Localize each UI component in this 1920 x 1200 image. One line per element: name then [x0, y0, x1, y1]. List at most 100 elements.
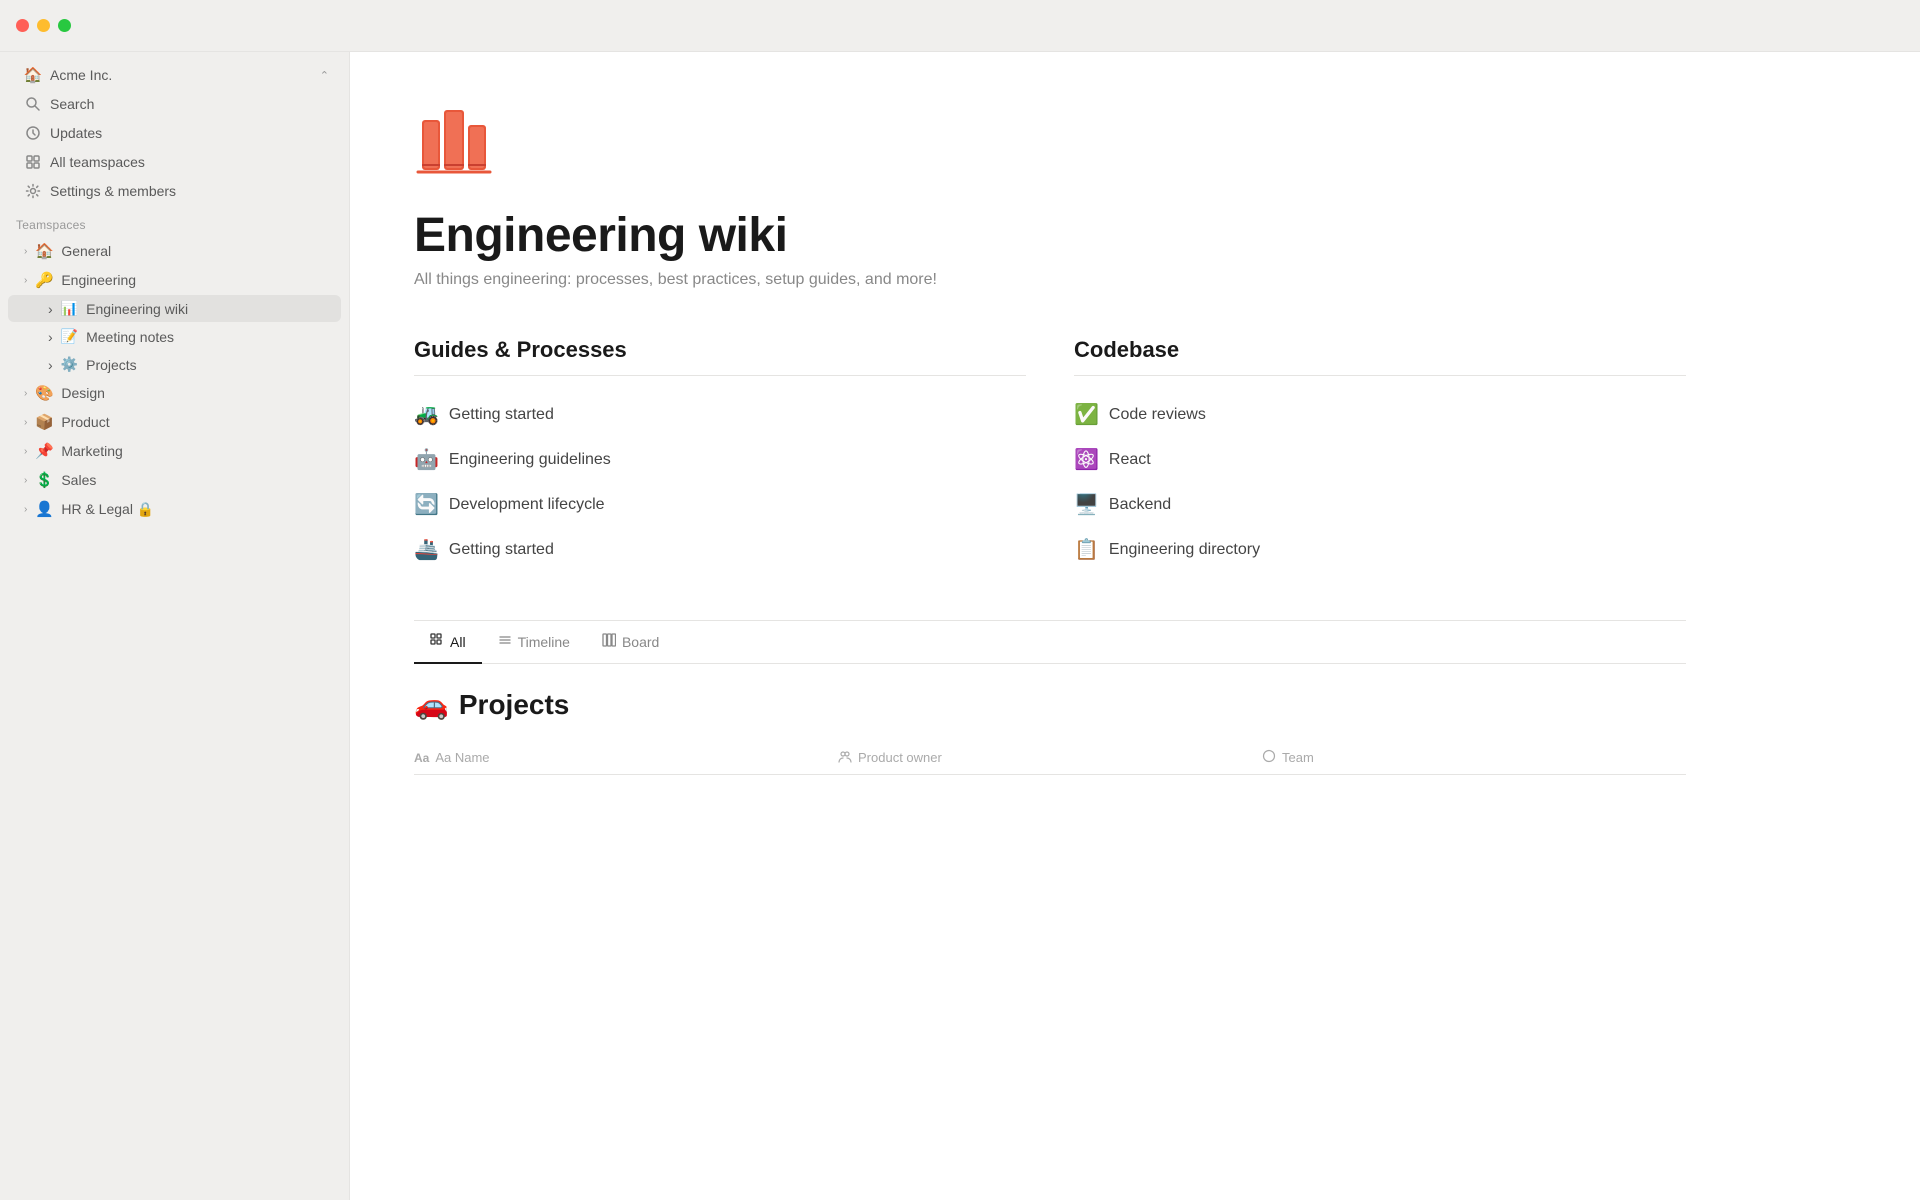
tab-timeline[interactable]: Timeline	[482, 621, 586, 664]
traffic-light-close[interactable]	[16, 19, 29, 32]
projects-section-header: 🚗 Projects	[414, 688, 1686, 721]
engineering-guidelines-label: Engineering guidelines	[449, 451, 611, 469]
workspace-selector[interactable]: 🏠 Acme Inc. ⌃	[8, 61, 341, 89]
page-icon	[414, 100, 1686, 192]
link-backend[interactable]: 🖥️ Backend	[1074, 482, 1686, 527]
sidebar-item-engineering-wiki[interactable]: › 📊 Engineering wiki	[8, 295, 341, 322]
guides-processes-title: Guides & Processes	[414, 337, 1026, 376]
traffic-light-fullscreen[interactable]	[58, 19, 71, 32]
product-label: Product	[61, 414, 329, 430]
name-column-icon: Aa	[414, 751, 429, 765]
tab-board-icon	[602, 633, 616, 650]
chevron-icon: ⌃	[320, 69, 329, 82]
code-reviews-label: Code reviews	[1109, 406, 1206, 424]
chevron-right-product: ›	[24, 417, 27, 428]
codebase-title: Codebase	[1074, 337, 1686, 376]
search-label: Search	[50, 96, 329, 112]
sidebar-item-settings[interactable]: Settings & members	[8, 177, 341, 205]
product-owner-icon	[838, 749, 852, 766]
teamspaces-section-label: Teamspaces	[0, 206, 349, 236]
sidebar-item-general[interactable]: › 🏠 General	[8, 237, 341, 265]
link-getting-started-1[interactable]: 🚜 Getting started	[414, 392, 1026, 437]
engineering-directory-label: Engineering directory	[1109, 541, 1260, 559]
sidebar-item-engineering[interactable]: › 🔑 Engineering	[8, 266, 341, 294]
link-react[interactable]: ⚛️ React	[1074, 437, 1686, 482]
tab-all-icon	[430, 633, 444, 650]
sidebar-item-updates[interactable]: Updates	[8, 119, 341, 147]
name-column-label: Aa Name	[435, 750, 489, 765]
design-icon: 🎨	[35, 384, 53, 402]
chevron-right-icon: ›	[24, 246, 27, 257]
hr-icon: 👤	[35, 500, 53, 518]
clock-icon	[24, 124, 42, 142]
sidebar-item-design[interactable]: › 🎨 Design	[8, 379, 341, 407]
general-icon: 🏠	[35, 242, 53, 260]
codebase-section: Codebase ✅ Code reviews ⚛️ React 🖥️ Back…	[1074, 337, 1686, 572]
link-code-reviews[interactable]: ✅ Code reviews	[1074, 392, 1686, 437]
hr-legal-label: HR & Legal 🔒	[61, 501, 329, 518]
table-header-name: Aa Aa Name	[414, 749, 838, 766]
workspace-name: Acme Inc.	[50, 67, 312, 83]
tab-board[interactable]: Board	[586, 621, 675, 664]
chevron-right-meeting: ›	[48, 329, 53, 345]
product-icon: 📦	[35, 413, 53, 431]
page-subtitle: All things engineering: processes, best …	[414, 271, 1686, 289]
chevron-right-icon-wiki: ›	[48, 301, 53, 317]
sidebar: 🏠 Acme Inc. ⌃ Search Updates	[0, 0, 350, 1200]
table-header-team: Team	[1262, 749, 1686, 766]
engineering-label: Engineering	[61, 272, 329, 288]
code-reviews-icon: ✅	[1074, 402, 1099, 427]
engineering-wiki-icon: 📊	[61, 300, 78, 317]
sidebar-item-meeting-notes[interactable]: › 📝 Meeting notes	[8, 323, 341, 350]
home-icon: 🏠	[24, 66, 42, 84]
react-label: React	[1109, 451, 1151, 469]
link-getting-started-2[interactable]: 🚢 Getting started	[414, 527, 1026, 572]
traffic-lights	[16, 19, 71, 32]
link-development-lifecycle[interactable]: 🔄 Development lifecycle	[414, 482, 1026, 527]
chevron-right-sales: ›	[24, 475, 27, 486]
chevron-right-hr: ›	[24, 504, 27, 515]
development-lifecycle-label: Development lifecycle	[449, 496, 605, 514]
page-content: Engineering wiki All things engineering:…	[350, 52, 1750, 1200]
link-engineering-guidelines[interactable]: 🤖 Engineering guidelines	[414, 437, 1026, 482]
sections-grid: Guides & Processes 🚜 Getting started 🤖 E…	[414, 337, 1686, 572]
design-label: Design	[61, 385, 329, 401]
projects-label: Projects	[86, 357, 137, 373]
sidebar-item-all-teamspaces[interactable]: All teamspaces	[8, 148, 341, 176]
tabs-bar: All Timeline	[414, 621, 1686, 664]
table-header-product-owner: Product owner	[838, 749, 1262, 766]
projects-section-title: Projects	[459, 689, 570, 721]
marketing-label: Marketing	[61, 443, 329, 459]
backend-icon: 🖥️	[1074, 492, 1099, 517]
guides-processes-section: Guides & Processes 🚜 Getting started 🤖 E…	[414, 337, 1026, 572]
getting-started-1-label: Getting started	[449, 406, 554, 424]
sidebar-item-product[interactable]: › 📦 Product	[8, 408, 341, 436]
settings-label: Settings & members	[50, 183, 329, 199]
sidebar-item-hr-legal[interactable]: › 👤 HR & Legal 🔒	[8, 495, 341, 523]
sidebar-content: 🏠 Acme Inc. ⌃ Search Updates	[0, 52, 349, 1200]
sidebar-item-marketing[interactable]: › 📌 Marketing	[8, 437, 341, 465]
general-label: General	[61, 243, 329, 259]
traffic-light-minimize[interactable]	[37, 19, 50, 32]
meeting-notes-icon: 📝	[61, 328, 78, 345]
sidebar-item-sales[interactable]: › 💲 Sales	[8, 466, 341, 494]
sidebar-item-projects[interactable]: › ⚙️ Projects	[8, 351, 341, 378]
development-lifecycle-icon: 🔄	[414, 492, 439, 517]
tab-timeline-label: Timeline	[518, 634, 570, 650]
getting-started-2-icon: 🚢	[414, 537, 439, 562]
engineering-icon: 🔑	[35, 271, 53, 289]
react-icon: ⚛️	[1074, 447, 1099, 472]
projects-emoji: 🚗	[414, 688, 449, 721]
link-engineering-directory[interactable]: 📋 Engineering directory	[1074, 527, 1686, 572]
team-icon	[1262, 749, 1276, 766]
sidebar-item-search[interactable]: Search	[8, 90, 341, 118]
projects-icon: ⚙️	[61, 356, 78, 373]
marketing-icon: 📌	[35, 442, 53, 460]
chevron-right-marketing: ›	[24, 446, 27, 457]
product-owner-label: Product owner	[858, 750, 942, 765]
sales-icon: 💲	[35, 471, 53, 489]
tab-board-label: Board	[622, 634, 659, 650]
main-content: 🔑 Engineering / 📊 Engineering wiki	[350, 0, 1920, 1200]
tab-timeline-icon	[498, 633, 512, 650]
tab-all[interactable]: All	[414, 621, 482, 664]
